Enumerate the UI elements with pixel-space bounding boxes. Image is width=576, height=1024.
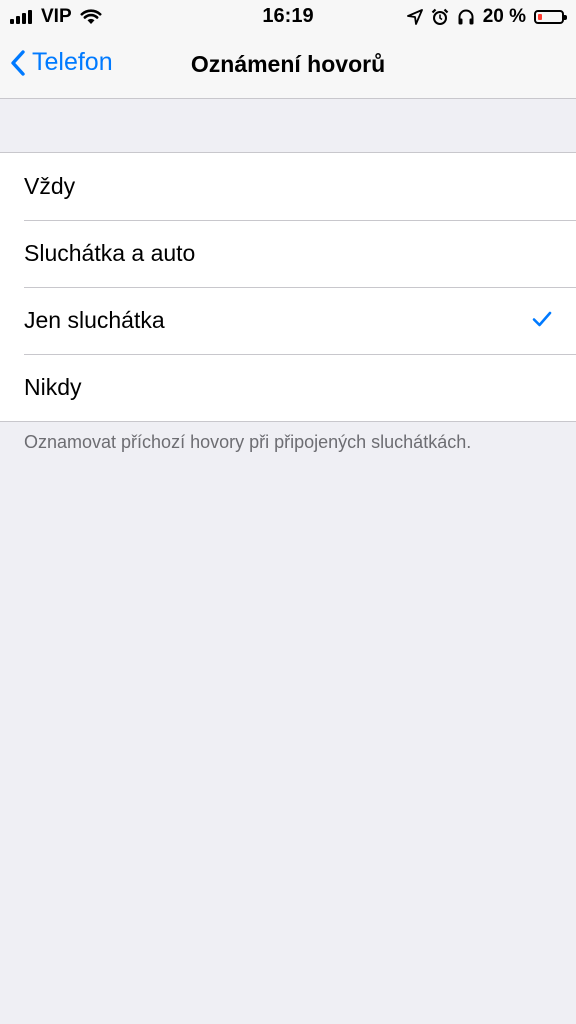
option-label: Jen sluchátka — [24, 307, 165, 333]
option-label: Vždy — [24, 173, 76, 199]
battery-percent: 20 % — [482, 6, 526, 27]
option-row-vzdy[interactable]: Vždy — [0, 153, 576, 220]
battery-level — [538, 14, 542, 20]
navigation-bar: Telefon Oznámení hovorů — [0, 34, 576, 99]
option-label: Sluchátka a auto — [24, 240, 196, 266]
options-list: Vždy Sluchátka a auto Jen sluchátka Nikd… — [0, 152, 576, 422]
status-bar: VIP 16:19 20 % — [0, 0, 576, 34]
location-icon — [406, 9, 423, 25]
footer-note: Oznamovat příchozí hovory při připojenýc… — [24, 432, 472, 452]
headphones-icon — [458, 9, 474, 25]
checkmark-icon — [532, 311, 552, 327]
status-right: 20 % — [399, 6, 567, 28]
alarm-icon — [431, 8, 448, 25]
option-row-nikdy[interactable]: Nikdy — [0, 354, 576, 421]
option-row-sluchatka-a-auto[interactable]: Sluchátka a auto — [0, 220, 576, 287]
option-row-jen-sluchatka[interactable]: Jen sluchátka — [0, 287, 576, 354]
option-label: Nikdy — [24, 374, 82, 400]
page-title: Oznámení hovorů — [190, 51, 386, 77]
battery-icon — [534, 10, 567, 24]
